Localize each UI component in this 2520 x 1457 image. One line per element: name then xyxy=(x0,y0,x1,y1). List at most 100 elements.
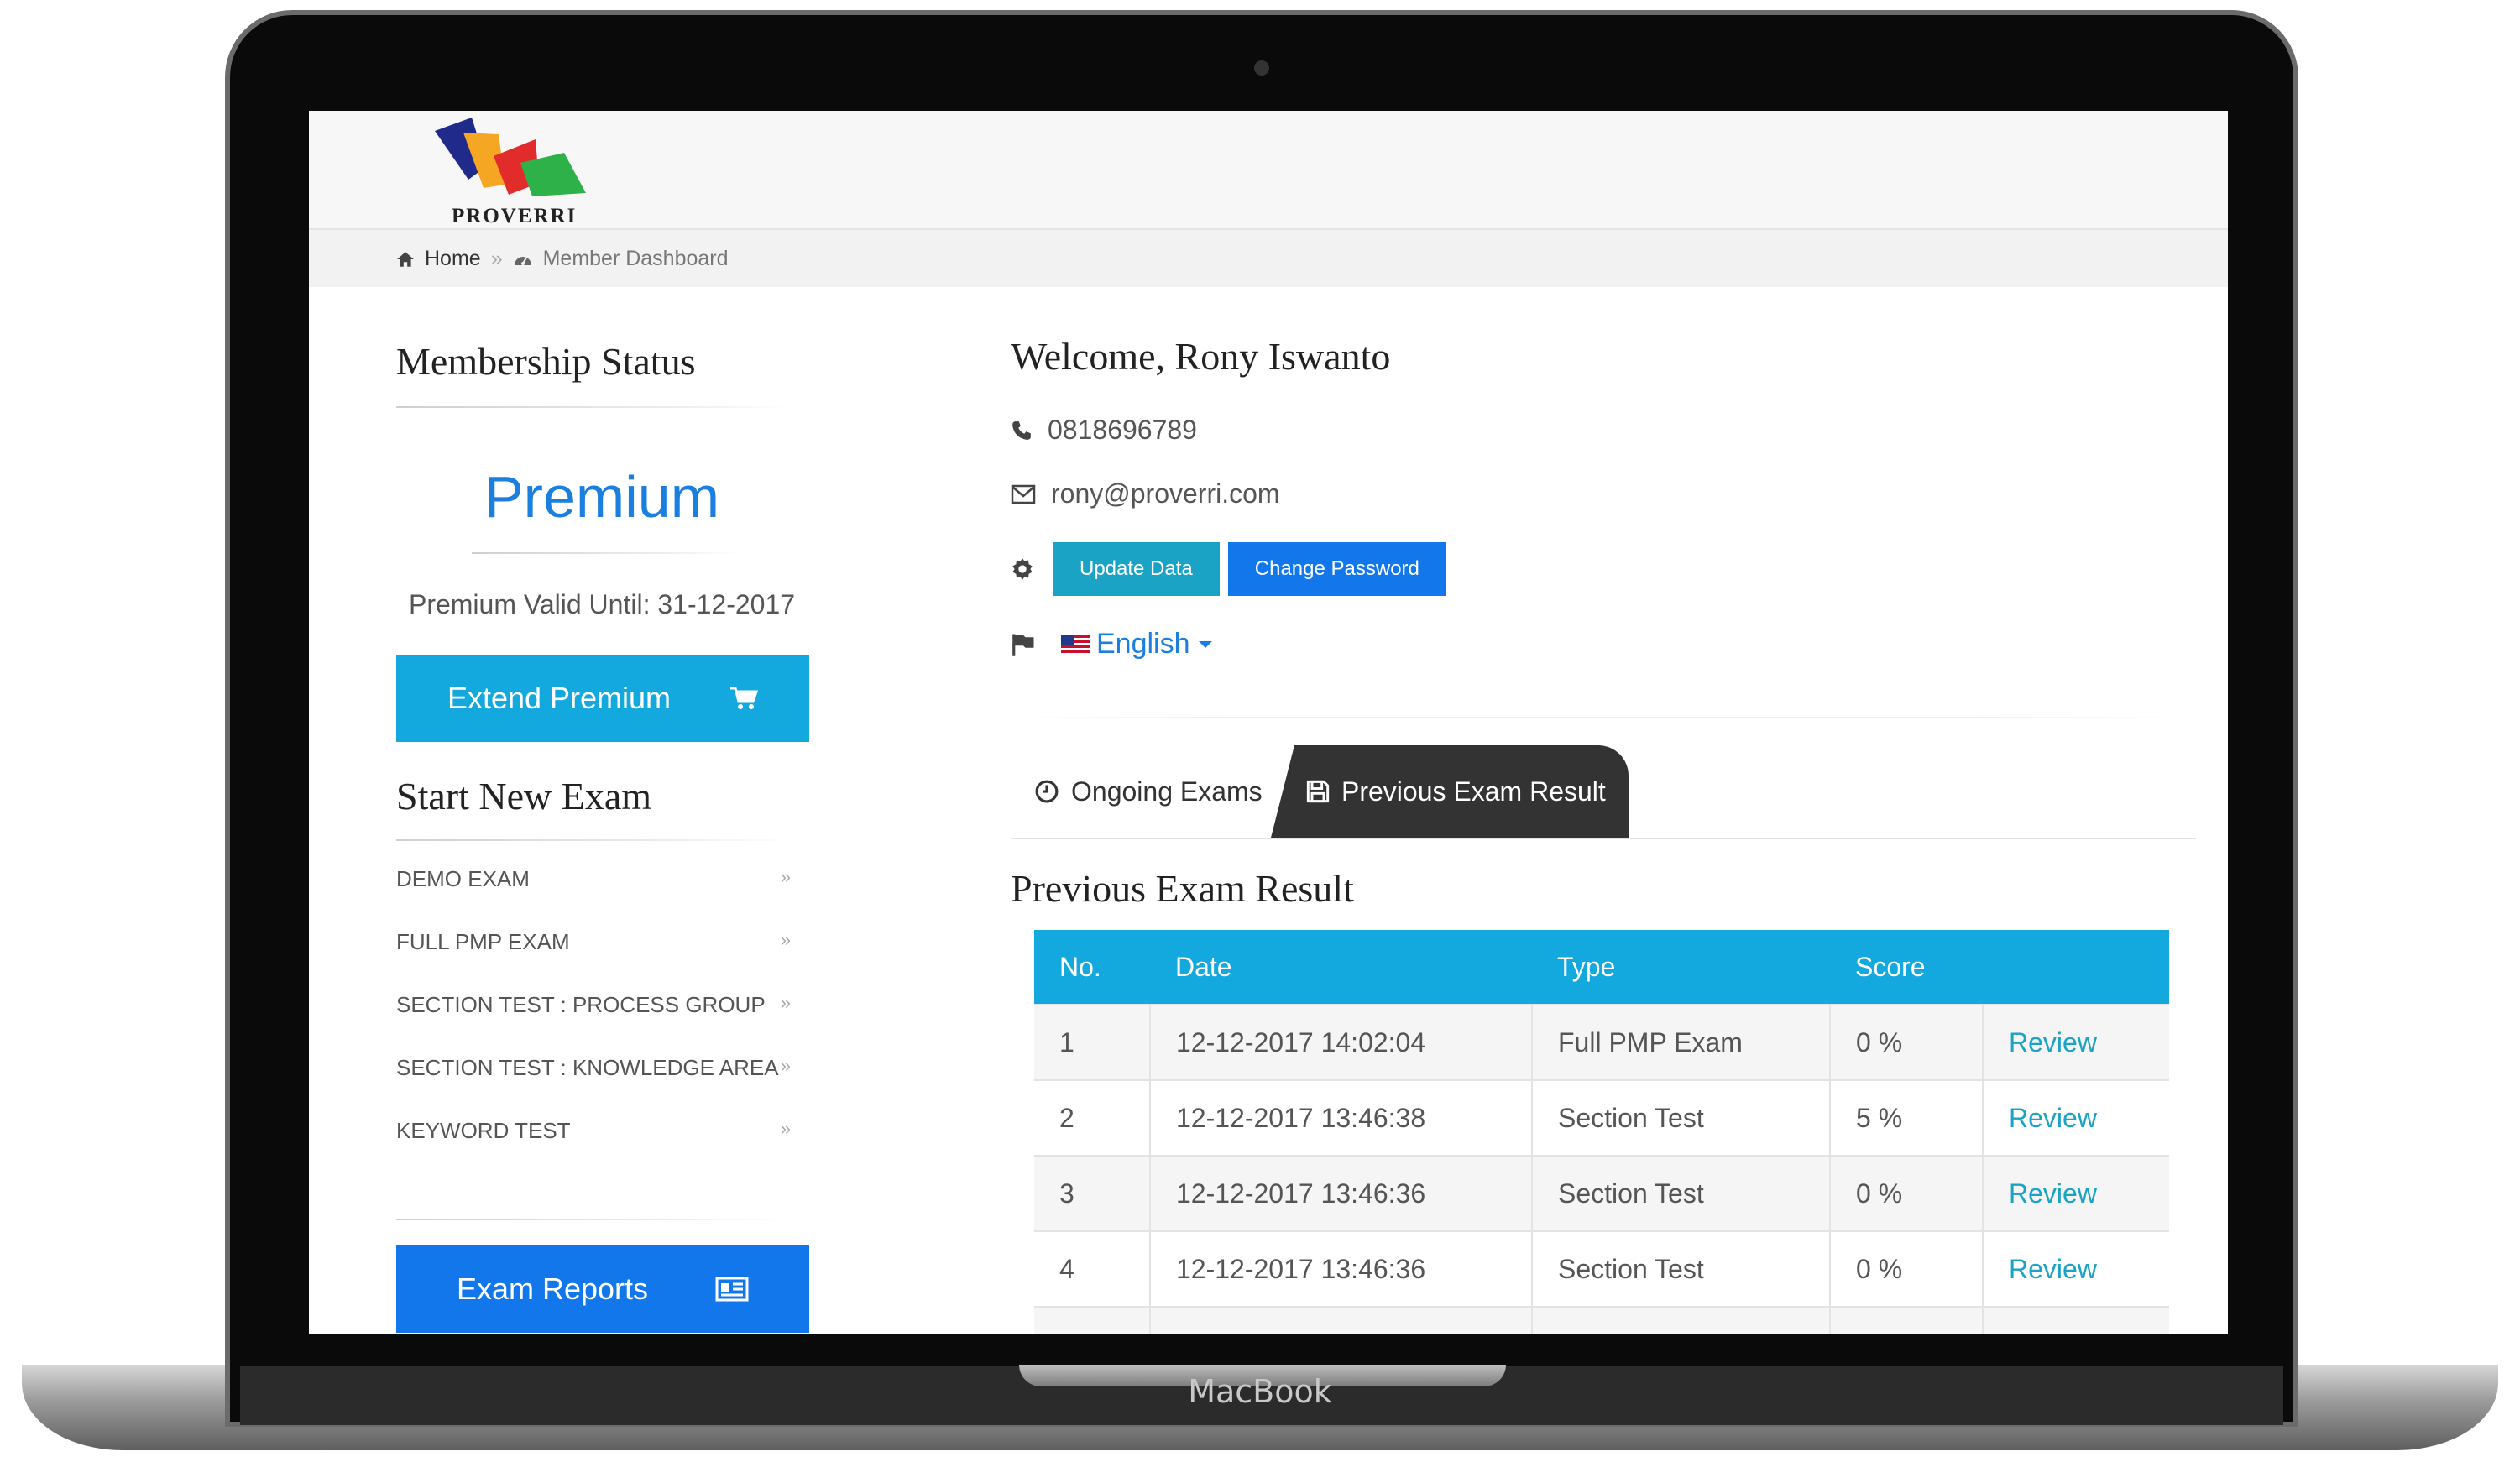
floppy-disk-icon xyxy=(1306,780,1330,803)
breadcrumb-home-link[interactable]: Home xyxy=(425,247,481,271)
table-row: 4 12-12-2017 13:46:36 Section Test 0 % R… xyxy=(1034,1230,2169,1307)
cell-score: 0 % xyxy=(1830,1230,1984,1307)
exam-item-process-group[interactable]: SECTION TEST : PROCESS GROUP » xyxy=(396,992,791,1055)
cell-score: 0 % xyxy=(1830,1004,1984,1080)
update-data-button[interactable]: Update Data xyxy=(1053,542,1220,596)
column-header-no: No. xyxy=(1034,930,1150,1005)
cell-no: 2 xyxy=(1034,1079,1151,1156)
phone-row: 0818696789 xyxy=(1011,415,1197,446)
tab-ongoing-exams[interactable]: Ongoing Exams xyxy=(1034,745,1263,838)
envelope-icon xyxy=(1011,484,1036,504)
cell-score: 5 % xyxy=(1830,1079,1984,1156)
logo-wordmark: PROVERRI xyxy=(452,205,578,227)
us-flag-icon xyxy=(1061,634,1090,654)
review-link[interactable]: Review xyxy=(1983,1230,2169,1307)
exam-item-label: KEYWORD TEST xyxy=(396,1118,571,1143)
cell-no: 1 xyxy=(1034,1004,1151,1080)
language-dropdown[interactable]: English xyxy=(1061,628,1214,661)
review-link[interactable]: Review xyxy=(1983,1004,2169,1080)
chevron-right-icon: » xyxy=(780,1055,791,1076)
cell-date: 12-12-2017 13:46:38 xyxy=(1150,1079,1533,1156)
reports-divider xyxy=(396,1219,791,1220)
cell-date: 12-12-2017 13:46:36 xyxy=(1150,1155,1533,1231)
dashboard-icon xyxy=(513,250,533,269)
review-link[interactable]: Review xyxy=(1983,1306,2169,1334)
exam-item-label: SECTION TEST : KNOWLEDGE AREA xyxy=(396,1055,779,1080)
extend-premium-button[interactable]: Extend Premium xyxy=(396,655,809,742)
breadcrumb: Home » Member Dashboard xyxy=(309,230,2228,287)
exam-item-label: FULL PMP EXAM xyxy=(396,929,570,954)
cell-type: Section Test xyxy=(1532,1230,1831,1307)
cell-no: 5 xyxy=(1034,1306,1151,1334)
cell-type: Section Test xyxy=(1532,1079,1831,1156)
language-label: English xyxy=(1096,628,1190,660)
camera xyxy=(1254,60,1269,76)
clock-icon xyxy=(1034,779,1059,804)
chevron-right-icon: » xyxy=(780,866,791,887)
tab-label: Previous Exam Result xyxy=(1341,776,1606,807)
exam-item-label: DEMO EXAM xyxy=(396,866,530,891)
review-link[interactable]: Review xyxy=(1983,1079,2169,1156)
shopping-cart-icon xyxy=(729,686,759,711)
breadcrumb-current: Member Dashboard xyxy=(542,247,729,270)
cell-no: 4 xyxy=(1034,1230,1151,1307)
table-row: 2 12-12-2017 13:46:38 Section Test 5 % R… xyxy=(1034,1079,2169,1156)
review-link[interactable]: Review xyxy=(1983,1155,2169,1231)
column-header-type: Type xyxy=(1532,930,1830,1005)
column-header-action xyxy=(1983,930,2169,1005)
profile-divider xyxy=(1011,717,2186,718)
cell-type: Full PMP Exam xyxy=(1532,1004,1831,1080)
exam-reports-label: Exam Reports xyxy=(456,1272,649,1306)
column-header-date: Date xyxy=(1150,930,1532,1005)
site-header: PROVERRI xyxy=(309,111,2228,230)
cell-type: Section Test xyxy=(1532,1155,1831,1231)
table-header-row: No. Date Type Score xyxy=(1034,930,2169,1005)
cell-score: 90 % xyxy=(1830,1306,1984,1334)
column-header-score: Score xyxy=(1830,930,1983,1005)
exam-item-full-pmp[interactable]: FULL PMP EXAM » xyxy=(396,929,791,992)
exam-divider xyxy=(396,839,791,841)
report-card-icon xyxy=(715,1277,749,1302)
level-divider xyxy=(472,552,740,554)
membership-status-title: Membership Status xyxy=(396,340,696,383)
exam-tabs: Ongoing Exams Previous Exam Result xyxy=(1011,745,2196,839)
cell-date: 06-12-2017 14:40:48 xyxy=(1150,1306,1533,1334)
change-password-button[interactable]: Change Password xyxy=(1227,542,1446,596)
tab-label: Ongoing Exams xyxy=(1071,776,1263,807)
table-row: 5 06-12-2017 14:40:48 Section Test 90 % … xyxy=(1034,1306,2169,1334)
exam-item-label: SECTION TEST : PROCESS GROUP xyxy=(396,992,766,1017)
cell-score: 0 % xyxy=(1830,1155,1984,1231)
flag-icon xyxy=(1011,632,1036,657)
start-new-exam-title: Start New Exam xyxy=(396,775,652,817)
chevron-right-icon: » xyxy=(780,929,791,950)
exam-item-keyword[interactable]: KEYWORD TEST » xyxy=(396,1118,791,1181)
exam-item-knowledge-area[interactable]: SECTION TEST : KNOWLEDGE AREA » xyxy=(396,1055,791,1118)
email-row: rony@proverri.com xyxy=(1011,478,1280,509)
device-label: MacBook xyxy=(1188,1373,1332,1410)
email-address: rony@proverri.com xyxy=(1051,478,1280,509)
cell-date: 12-12-2017 13:46:36 xyxy=(1150,1230,1533,1307)
welcome-heading: Welcome, Rony Iswanto xyxy=(1011,335,1391,378)
gear-icon xyxy=(1011,557,1034,581)
exam-reports-button[interactable]: Exam Reports xyxy=(396,1246,809,1333)
exam-type-list: DEMO EXAM » FULL PMP EXAM » SECTION TEST… xyxy=(396,866,791,1181)
membership-level: Premium xyxy=(484,464,720,530)
membership-divider xyxy=(396,406,791,408)
results-table: No. Date Type Score 1 12-12-2017 14:02:0… xyxy=(1034,930,2169,1334)
cell-no: 3 xyxy=(1034,1155,1151,1231)
language-row: English xyxy=(1011,628,1214,661)
previous-exam-result-title: Previous Exam Result xyxy=(1011,867,1354,910)
cell-type: Section Test xyxy=(1532,1306,1831,1334)
phone-icon xyxy=(1011,420,1033,441)
browser-screen: PROVERRI Home » Member Dashboard Members… xyxy=(309,111,2228,1334)
premium-valid-until: Premium Valid Until: 31-12-2017 xyxy=(408,589,796,619)
cell-date: 12-12-2017 14:02:04 xyxy=(1150,1004,1533,1080)
chevron-right-icon: » xyxy=(780,1118,791,1139)
chevron-right-icon: » xyxy=(780,992,791,1013)
tab-previous-exam-result[interactable]: Previous Exam Result xyxy=(1271,745,1629,838)
account-actions-row: Update Data Change Password xyxy=(1011,542,1446,596)
table-row: 3 12-12-2017 13:46:36 Section Test 0 % R… xyxy=(1034,1155,2169,1231)
extend-premium-label: Extend Premium xyxy=(447,681,672,715)
exam-item-demo[interactable]: DEMO EXAM » xyxy=(396,866,791,929)
phone-number: 0818696789 xyxy=(1048,415,1197,445)
